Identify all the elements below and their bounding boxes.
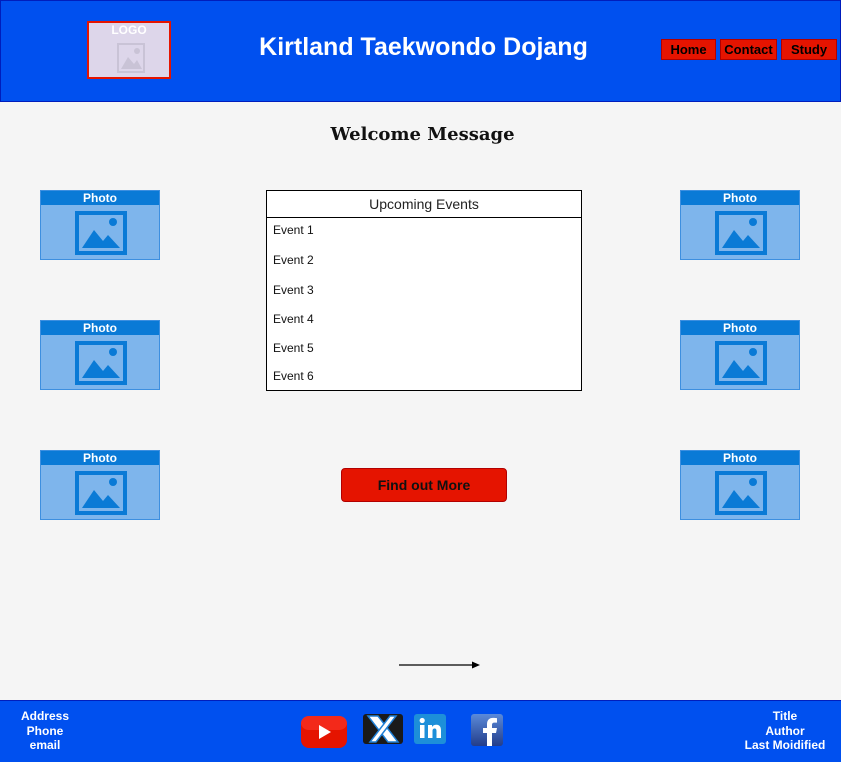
footer-email[interactable]: email xyxy=(15,738,75,753)
footer-contact-info: Address Phone email xyxy=(15,709,75,753)
linkedin-icon[interactable] xyxy=(413,713,447,745)
site-title: Kirtland Taekwondo Dojang xyxy=(259,33,588,61)
photo-placeholder[interactable]: Photo xyxy=(680,320,800,390)
nav-contact-button[interactable]: Contact xyxy=(720,39,777,60)
arrow-connector xyxy=(399,661,480,669)
photo-label: Photo xyxy=(681,321,799,335)
logo-placeholder[interactable]: LOGO xyxy=(87,21,171,79)
photo-placeholder[interactable]: Photo xyxy=(40,320,160,390)
event-item[interactable]: Event 2 xyxy=(273,253,314,267)
event-item[interactable]: Event 1 xyxy=(273,223,314,237)
image-icon xyxy=(715,471,767,515)
footer-phone: Phone xyxy=(26,723,64,738)
facebook-icon[interactable] xyxy=(470,713,504,747)
youtube-icon[interactable] xyxy=(300,715,348,749)
image-placeholder-icon xyxy=(117,43,145,73)
x-icon[interactable] xyxy=(362,712,404,746)
photo-label: Photo xyxy=(41,321,159,335)
photo-placeholder[interactable]: Photo xyxy=(680,450,800,520)
photo-label: Photo xyxy=(41,191,159,205)
event-item[interactable]: Event 6 xyxy=(273,369,314,383)
photo-placeholder[interactable]: Photo xyxy=(680,190,800,260)
footer-meta-info: Title Author Last Moidified xyxy=(740,709,830,753)
image-icon xyxy=(715,211,767,255)
footer-address: Address xyxy=(20,709,70,723)
photo-label: Photo xyxy=(41,451,159,465)
image-icon xyxy=(715,341,767,385)
site-footer: Address Phone email Title Author Last Mo… xyxy=(0,700,841,762)
events-header: Upcoming Events xyxy=(267,191,581,218)
photo-label: Photo xyxy=(681,451,799,465)
find-out-more-button[interactable]: Find out More xyxy=(341,468,507,502)
event-item[interactable]: Event 3 xyxy=(273,283,314,297)
nav-study-button[interactable]: Study xyxy=(781,39,837,60)
event-item[interactable]: Event 5 xyxy=(273,341,314,355)
logo-label: LOGO xyxy=(111,23,147,37)
footer-author: Author xyxy=(765,723,805,738)
photo-placeholder[interactable]: Photo xyxy=(40,450,160,520)
footer-title: Title xyxy=(772,709,798,723)
footer-last-modified: Last Moidified xyxy=(744,738,826,752)
photo-label: Photo xyxy=(681,191,799,205)
image-icon xyxy=(75,341,127,385)
site-header: LOGO Kirtland Taekwondo Dojang Home Cont… xyxy=(0,0,841,102)
image-icon xyxy=(75,471,127,515)
image-icon xyxy=(75,211,127,255)
upcoming-events-list: Upcoming Events Event 1 Event 2 Event 3 … xyxy=(266,190,582,391)
photo-placeholder[interactable]: Photo xyxy=(40,190,160,260)
nav-home-button[interactable]: Home xyxy=(661,39,716,60)
event-item[interactable]: Event 4 xyxy=(273,312,314,326)
welcome-message: Welcome Message xyxy=(330,124,515,145)
